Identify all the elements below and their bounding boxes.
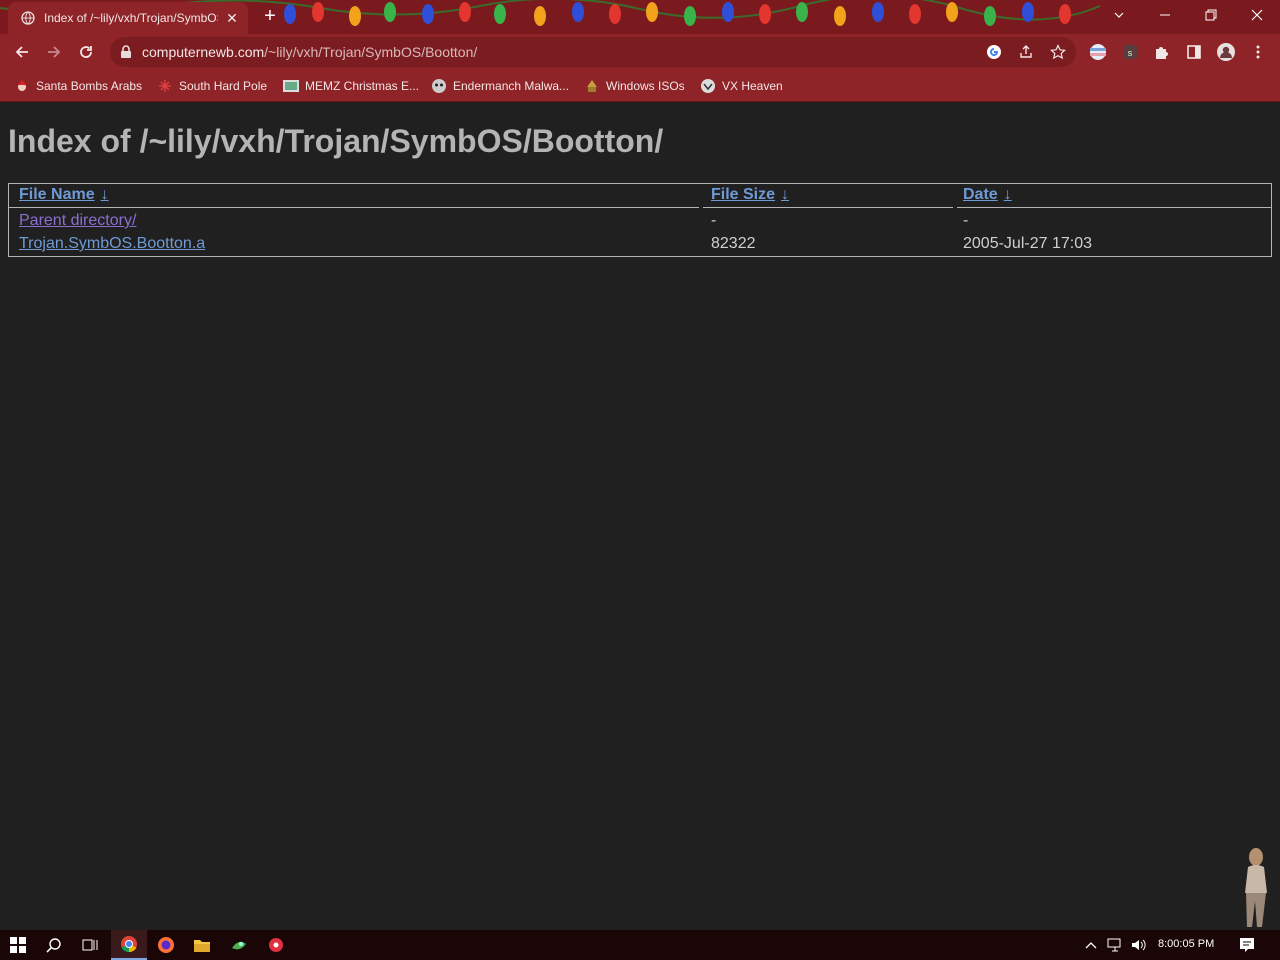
bookmark-star-icon[interactable] — [1046, 40, 1070, 64]
back-button[interactable] — [10, 40, 34, 64]
browser-toolbar: computernewb.com/~lily/vxh/Trojan/SymbOS… — [0, 34, 1280, 70]
bookmark-label: VX Heaven — [722, 79, 783, 93]
endermanch-icon — [431, 78, 447, 94]
show-hidden-icons-chevron-icon[interactable] — [1082, 937, 1100, 953]
taskbar-clock[interactable]: 8:00:05 PM — [1158, 938, 1214, 950]
parent-directory-link[interactable]: Parent directory/ — [19, 212, 136, 230]
sort-arrow-icon[interactable]: ↓ — [1004, 186, 1012, 203]
column-header-date[interactable]: Date ↓ — [963, 186, 1012, 204]
bookmark-label: Santa Bombs Arabs — [36, 79, 143, 93]
tab-close-icon[interactable]: ✕ — [224, 10, 240, 26]
column-header-file-size[interactable]: File Size ↓ — [711, 186, 789, 204]
file-explorer-icon[interactable] — [184, 930, 220, 960]
header-divider — [703, 207, 953, 208]
bookmark-item[interactable]: MEMZ Christmas E... — [283, 76, 419, 96]
vx-heaven-icon — [700, 78, 716, 94]
url-domain: computernewb.com — [142, 44, 265, 60]
sort-arrow-icon[interactable]: ↓ — [101, 186, 109, 203]
desktop-mascot-figure — [1245, 848, 1267, 927]
file-size-value: - — [711, 212, 717, 229]
header-divider — [9, 207, 699, 208]
bookmark-item[interactable]: Santa Bombs Arabs — [14, 76, 142, 96]
globe-icon — [20, 10, 36, 26]
page-title: Index of /~lily/vxh/Trojan/SymbOS/Bootto… — [8, 123, 664, 159]
restore-button[interactable] — [1188, 0, 1234, 30]
file-date-value: - — [963, 212, 969, 229]
sort-by-size-link[interactable]: File Size — [711, 186, 775, 203]
tab-search-button[interactable] — [1096, 0, 1142, 30]
sort-arrow-icon[interactable]: ↓ — [781, 186, 789, 203]
google-icon[interactable] — [982, 40, 1006, 64]
extensions-puzzle-icon[interactable] — [1150, 40, 1174, 64]
url-path: /~lily/vxh/Trojan/SymbOS/Bootton/ — [264, 44, 478, 60]
header-divider — [957, 207, 1271, 208]
tab-title: Index of /~lily/vxh/Trojan/SymbOS/Bootto… — [44, 11, 218, 25]
windows-taskbar: 8:00:05 PM — [0, 930, 1280, 960]
title-bar: Index of /~lily/vxh/Trojan/SymbOS/Bootto… — [0, 0, 1280, 34]
new-tab-button[interactable]: + — [258, 5, 282, 29]
bookmark-label: Windows ISOs — [606, 79, 685, 93]
chrome-icon[interactable] — [111, 930, 147, 960]
extension-flag-icon[interactable] — [1086, 40, 1110, 64]
file-listing-table: File Name ↓ File Size ↓ Date ↓ Parent direc… — [8, 183, 1272, 257]
windows-iso-icon — [584, 78, 600, 94]
bookmark-label: South Hard Pole — [179, 79, 268, 93]
address-bar[interactable]: computernewb.com/~lily/vxh/Trojan/SymbOS… — [110, 37, 1076, 67]
side-panel-icon[interactable] — [1182, 40, 1206, 64]
extension-s-icon[interactable]: s — [1118, 40, 1142, 64]
profile-avatar-icon[interactable] — [1214, 40, 1238, 64]
sort-by-date-link[interactable]: Date — [963, 186, 998, 203]
santa-icon — [14, 78, 30, 94]
bookmark-item[interactable]: Endermanch Malwa... — [431, 76, 569, 96]
start-icon[interactable] — [0, 930, 36, 960]
file-date-value: 2005-Jul-27 17:03 — [963, 235, 1092, 252]
file-size-value: 82322 — [711, 235, 756, 252]
chrome-menu-icon[interactable] — [1246, 40, 1270, 64]
svg-text:s: s — [1128, 48, 1133, 58]
close-window-button[interactable] — [1234, 0, 1280, 30]
memz-icon — [283, 78, 299, 94]
active-tab[interactable]: Index of /~lily/vxh/Trojan/SymbOS/Bootto… — [8, 2, 248, 34]
app-icon[interactable] — [221, 930, 257, 960]
bookmark-item[interactable]: Windows ISOs — [584, 76, 685, 96]
bookmark-label: MEMZ Christmas E... — [305, 79, 420, 93]
bookmarks-bar: Santa Bombs Arabs South Hard Pole MEMZ C… — [0, 70, 1280, 102]
url-text[interactable]: computernewb.com/~lily/vxh/Trojan/SymbOS… — [142, 44, 477, 60]
volume-icon[interactable] — [1130, 937, 1148, 953]
file-link[interactable]: Trojan.SymbOS.Bootton.a — [19, 235, 205, 253]
firefox-icon[interactable] — [148, 930, 184, 960]
lock-icon[interactable] — [120, 45, 134, 59]
network-icon[interactable] — [1106, 937, 1124, 953]
search-icon[interactable] — [36, 930, 72, 960]
minimize-button[interactable] — [1142, 0, 1188, 30]
notifications-icon[interactable] — [1238, 937, 1256, 953]
snowflake-icon — [157, 78, 173, 94]
bookmark-item[interactable]: VX Heaven — [700, 76, 783, 96]
sort-by-name-link[interactable]: File Name — [19, 186, 95, 203]
page-content: Index of /~lily/vxh/Trojan/SymbOS/Bootto… — [0, 103, 1280, 930]
column-header-file-name[interactable]: File Name ↓ — [19, 186, 109, 204]
share-icon[interactable] — [1014, 40, 1038, 64]
forward-button[interactable] — [42, 40, 66, 64]
reload-button[interactable] — [74, 40, 98, 64]
bookmark-label: Endermanch Malwa... — [453, 79, 570, 93]
app-icon-2[interactable] — [258, 930, 294, 960]
bookmark-item[interactable]: South Hard Pole — [157, 76, 267, 96]
task-view-icon[interactable] — [72, 930, 108, 960]
